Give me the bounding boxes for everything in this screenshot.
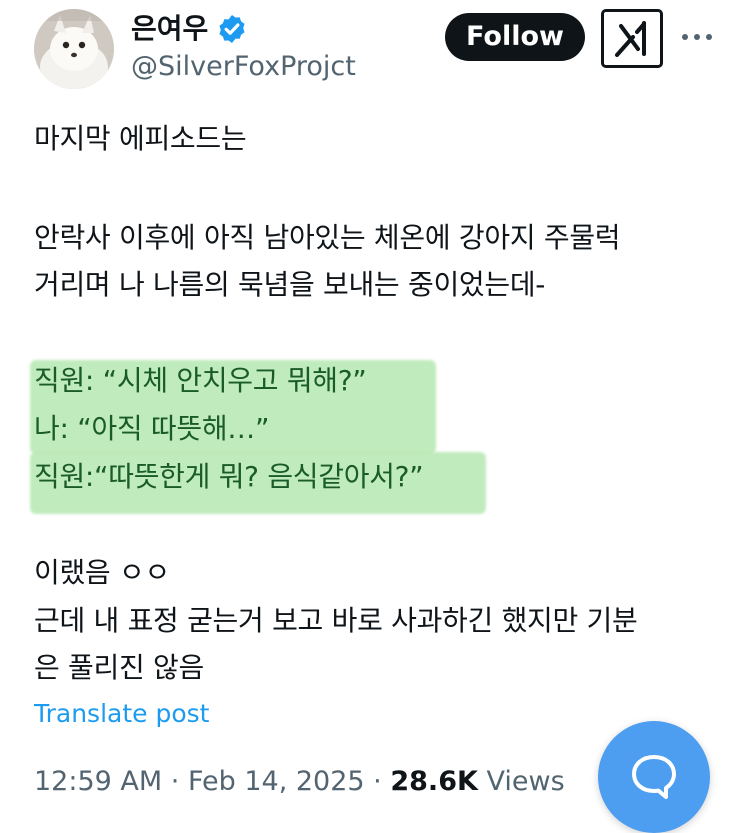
verified-badge-icon[interactable] — [216, 13, 248, 45]
tweet-line: 이랬음 ㅇㅇ — [34, 556, 170, 589]
tweet-meta: 12:59 AM · Feb 14, 2025 · 28.6K Views — [34, 762, 565, 802]
meta-separator: · — [170, 766, 180, 797]
post-date[interactable]: Feb 14, 2025 — [188, 766, 365, 797]
meta-separator: · — [373, 766, 382, 797]
translate-post-link[interactable]: Translate post — [34, 696, 209, 732]
reply-fab-button[interactable] — [598, 721, 710, 833]
grok-icon — [615, 21, 646, 57]
views-count: 28.6K — [390, 766, 478, 797]
post-time[interactable]: 12:59 AM — [34, 766, 162, 797]
tweet-line: 은 풀리진 않음 — [34, 651, 204, 684]
avatar[interactable] — [34, 9, 114, 89]
tweet-line-dialogue: 나: “아직 따뜻해…” — [34, 412, 270, 445]
tweet-line-dialogue: 직원:“따뜻한게 뭐? 음식같아서?” — [34, 460, 424, 493]
grok-button[interactable] — [601, 9, 663, 68]
tweet-line: 안락사 이후에 아직 남아있는 체온에 강아지 주물럭 — [34, 221, 621, 254]
views-label: Views — [486, 766, 565, 797]
tweet-line-dialogue: 직원: “시체 안치우고 뭐해?” — [34, 364, 367, 397]
compose-reply-icon — [632, 755, 676, 799]
tweet-line: 근데 내 표정 굳는거 보고 바로 사과하긴 했지만 기분 — [34, 604, 638, 637]
author-display-name[interactable]: 은여우 — [131, 12, 208, 46]
follow-button[interactable]: Follow — [445, 13, 585, 61]
tweet-line: 거리며 나 나름의 묵념을 보내는 중이었는데- — [34, 268, 546, 301]
author-handle[interactable]: @SilverFoxProjct — [131, 50, 356, 84]
white-fox-avatar — [34, 9, 114, 89]
more-dots-icon[interactable] — [680, 27, 714, 47]
tweet-line: 마지막 에피소드는 — [34, 122, 247, 155]
